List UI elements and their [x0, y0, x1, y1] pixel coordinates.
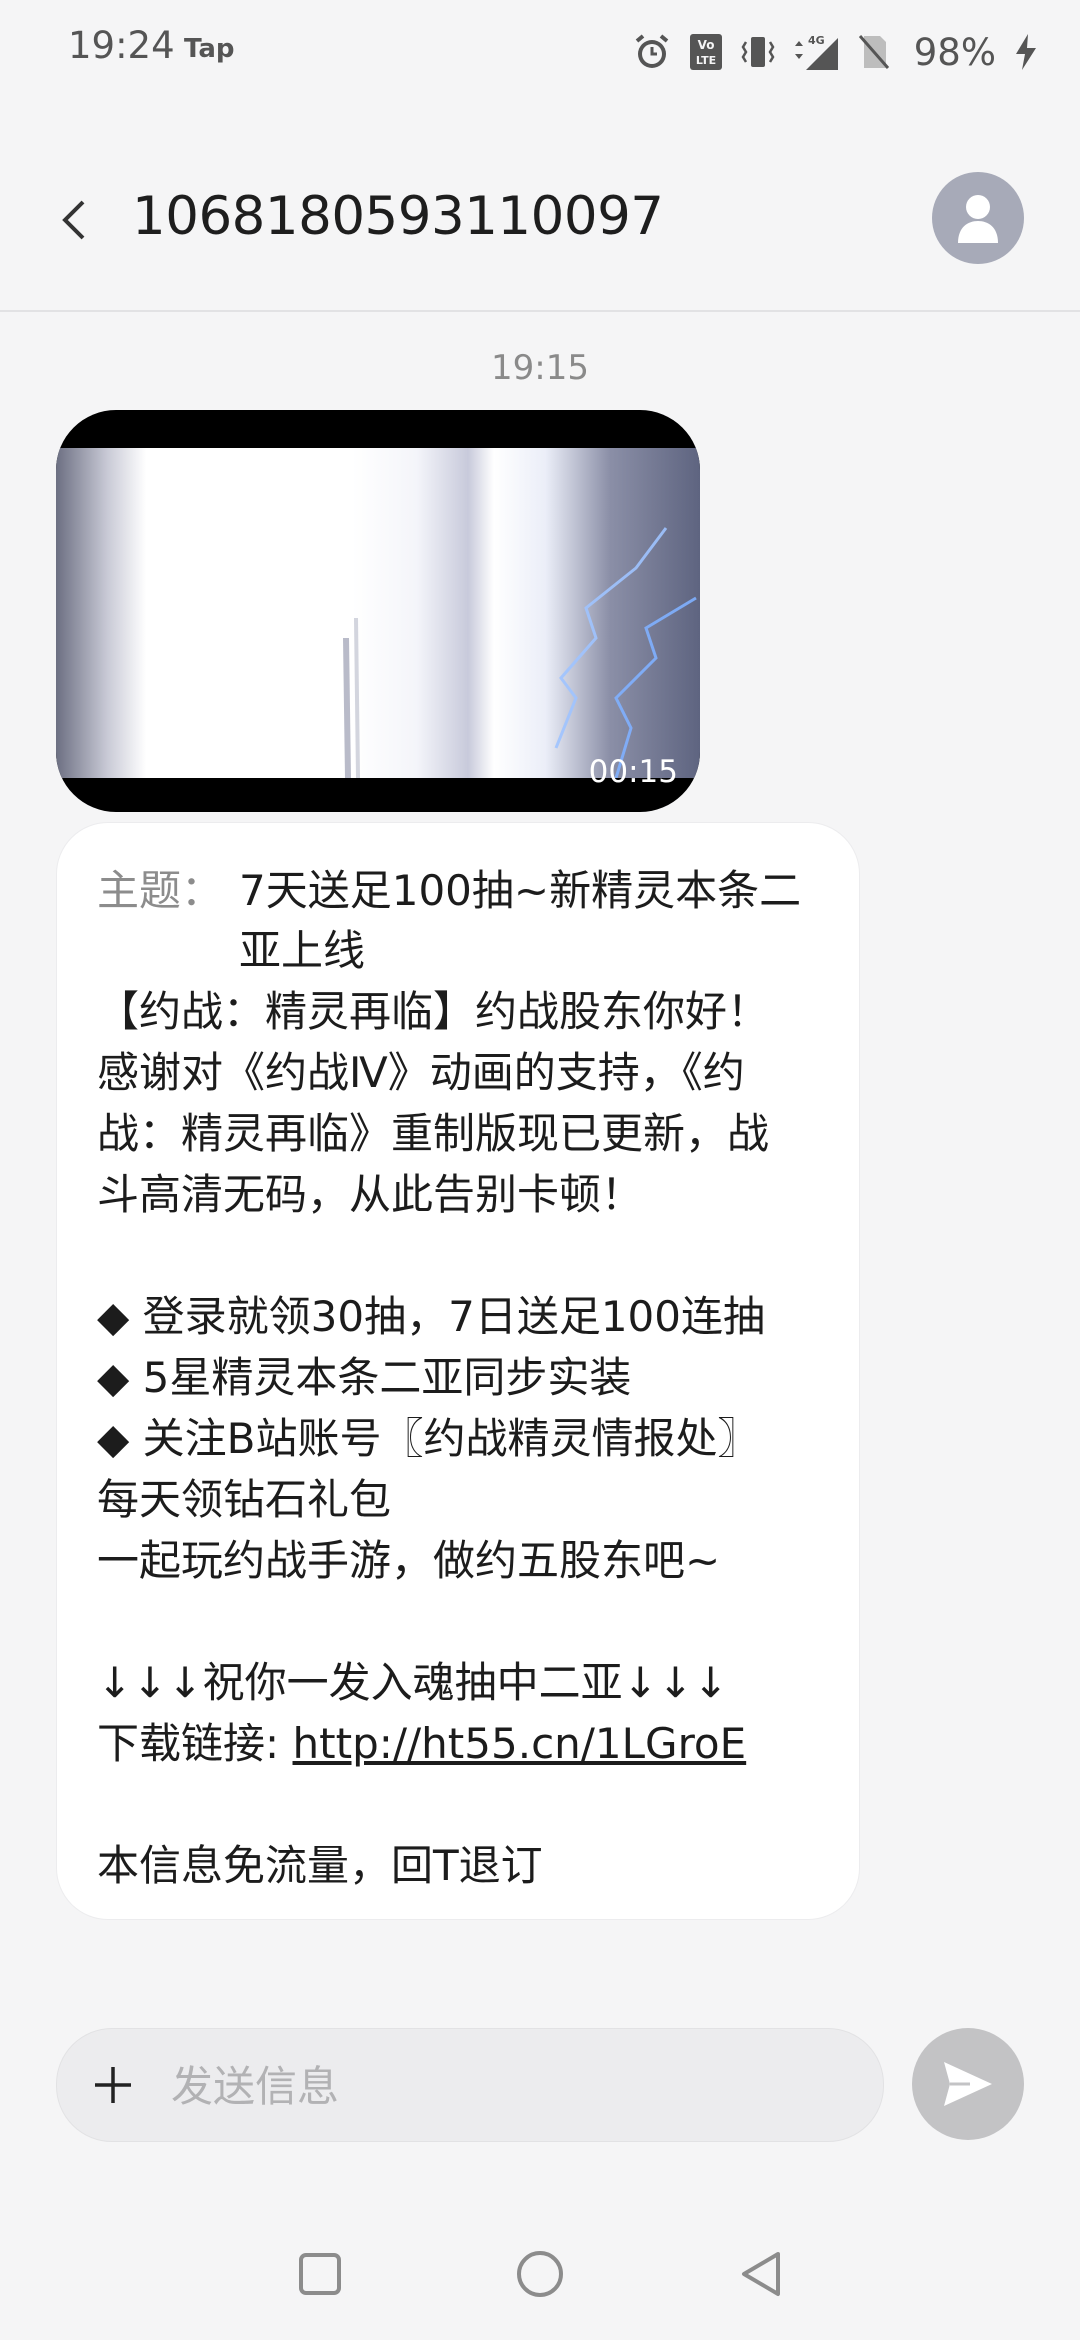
message-line: 斗高清无码，从此告别卡顿！ — [97, 1170, 644, 1219]
circle-icon — [517, 2251, 563, 2297]
download-link[interactable]: http://ht55.cn/1LGroE — [293, 1719, 747, 1768]
message-line: 每天领钻石礼包 — [97, 1475, 392, 1524]
send-button[interactable] — [912, 2028, 1024, 2140]
back-arrow-icon — [62, 200, 85, 240]
triangle-back-icon — [742, 2252, 780, 2296]
back-nav-button[interactable] — [720, 2234, 800, 2314]
subject-line: 亚上线 — [239, 926, 366, 975]
subject-row: 主题： 7天送足100抽~新精灵本条二 亚上线 — [97, 861, 821, 981]
message-timestamp: 19:15 — [491, 348, 589, 388]
avatar[interactable] — [932, 172, 1024, 264]
status-bar: 19:24 Tap Vo LTE 4G 98% — [0, 0, 1080, 104]
message-input[interactable] — [169, 2057, 853, 2115]
message-line: ◆ 登录就领30抽，7日送足100连抽 — [97, 1292, 765, 1341]
download-line: 下载链接: http://ht55.cn/1LGroE — [97, 1713, 821, 1774]
message-line: 【约战：精灵再临】约战股东你好！ — [97, 987, 770, 1036]
video-duration: 00:15 — [588, 754, 678, 790]
signal-4g-icon: 4G — [792, 32, 840, 72]
compose-bar — [56, 2028, 884, 2142]
message-line: 一起玩约战手游，做约五股东吧~ — [97, 1536, 721, 1585]
message-footer: 本信息免流量，回T退订 — [97, 1841, 543, 1890]
charging-icon — [1012, 32, 1040, 72]
plus-icon — [95, 2067, 131, 2103]
message-line: 战：精灵再临》重制版现已更新，战 — [97, 1109, 770, 1158]
status-time: 19:24 — [68, 24, 175, 67]
video-play-area[interactable] — [56, 410, 700, 812]
back-button[interactable] — [50, 188, 98, 252]
navigation-bar — [0, 2220, 1080, 2340]
conversation-header: 1068180593110097 — [0, 104, 1080, 312]
message-line: ◆ 关注B站账号〖约战精灵情报处〗 — [97, 1414, 760, 1463]
no-sim-icon — [856, 32, 892, 72]
battery-percent: 98% — [913, 30, 996, 74]
volte-icon: Vo LTE — [688, 32, 724, 72]
send-icon — [944, 2062, 992, 2106]
status-icons: Vo LTE 4G 98% — [616, 24, 1040, 80]
subject-line: 7天送足100抽~新精灵本条二 — [239, 866, 802, 915]
contact-number: 1068180593110097 — [132, 186, 664, 247]
subject-text: 7天送足100抽~新精灵本条二 亚上线 — [239, 861, 801, 981]
download-label: 下载链接: — [97, 1719, 293, 1768]
message-line: ↓↓↓祝你一发入魂抽中二亚↓↓↓ — [97, 1658, 729, 1707]
video-attachment[interactable]: 00:15 — [56, 410, 700, 812]
alarm-icon — [632, 32, 672, 72]
message-bubble[interactable]: 主题： 7天送足100抽~新精灵本条二 亚上线 【约战：精灵再临】约战股东你好！… — [56, 822, 860, 1920]
add-attachment-button[interactable] — [79, 2051, 147, 2119]
subject-label: 主题： — [97, 866, 224, 915]
screen: 19:24 Tap Vo LTE 4G 98% 1068180593110097… — [0, 0, 1080, 2340]
svg-text:Vo: Vo — [697, 38, 714, 52]
recents-button[interactable] — [280, 2234, 360, 2314]
svg-text:LTE: LTE — [696, 54, 716, 67]
person-icon — [958, 195, 998, 243]
square-icon — [299, 2253, 341, 2295]
message-line: ◆ 5星精灵本条二亚同步实装 — [97, 1353, 632, 1402]
vibrate-icon — [740, 32, 776, 72]
message-line: 感谢对《约战Ⅳ》动画的支持，《约 — [97, 1048, 745, 1097]
home-button[interactable] — [500, 2234, 580, 2314]
svg-text:4G: 4G — [808, 34, 825, 47]
status-app-indicator: Tap — [184, 34, 235, 64]
